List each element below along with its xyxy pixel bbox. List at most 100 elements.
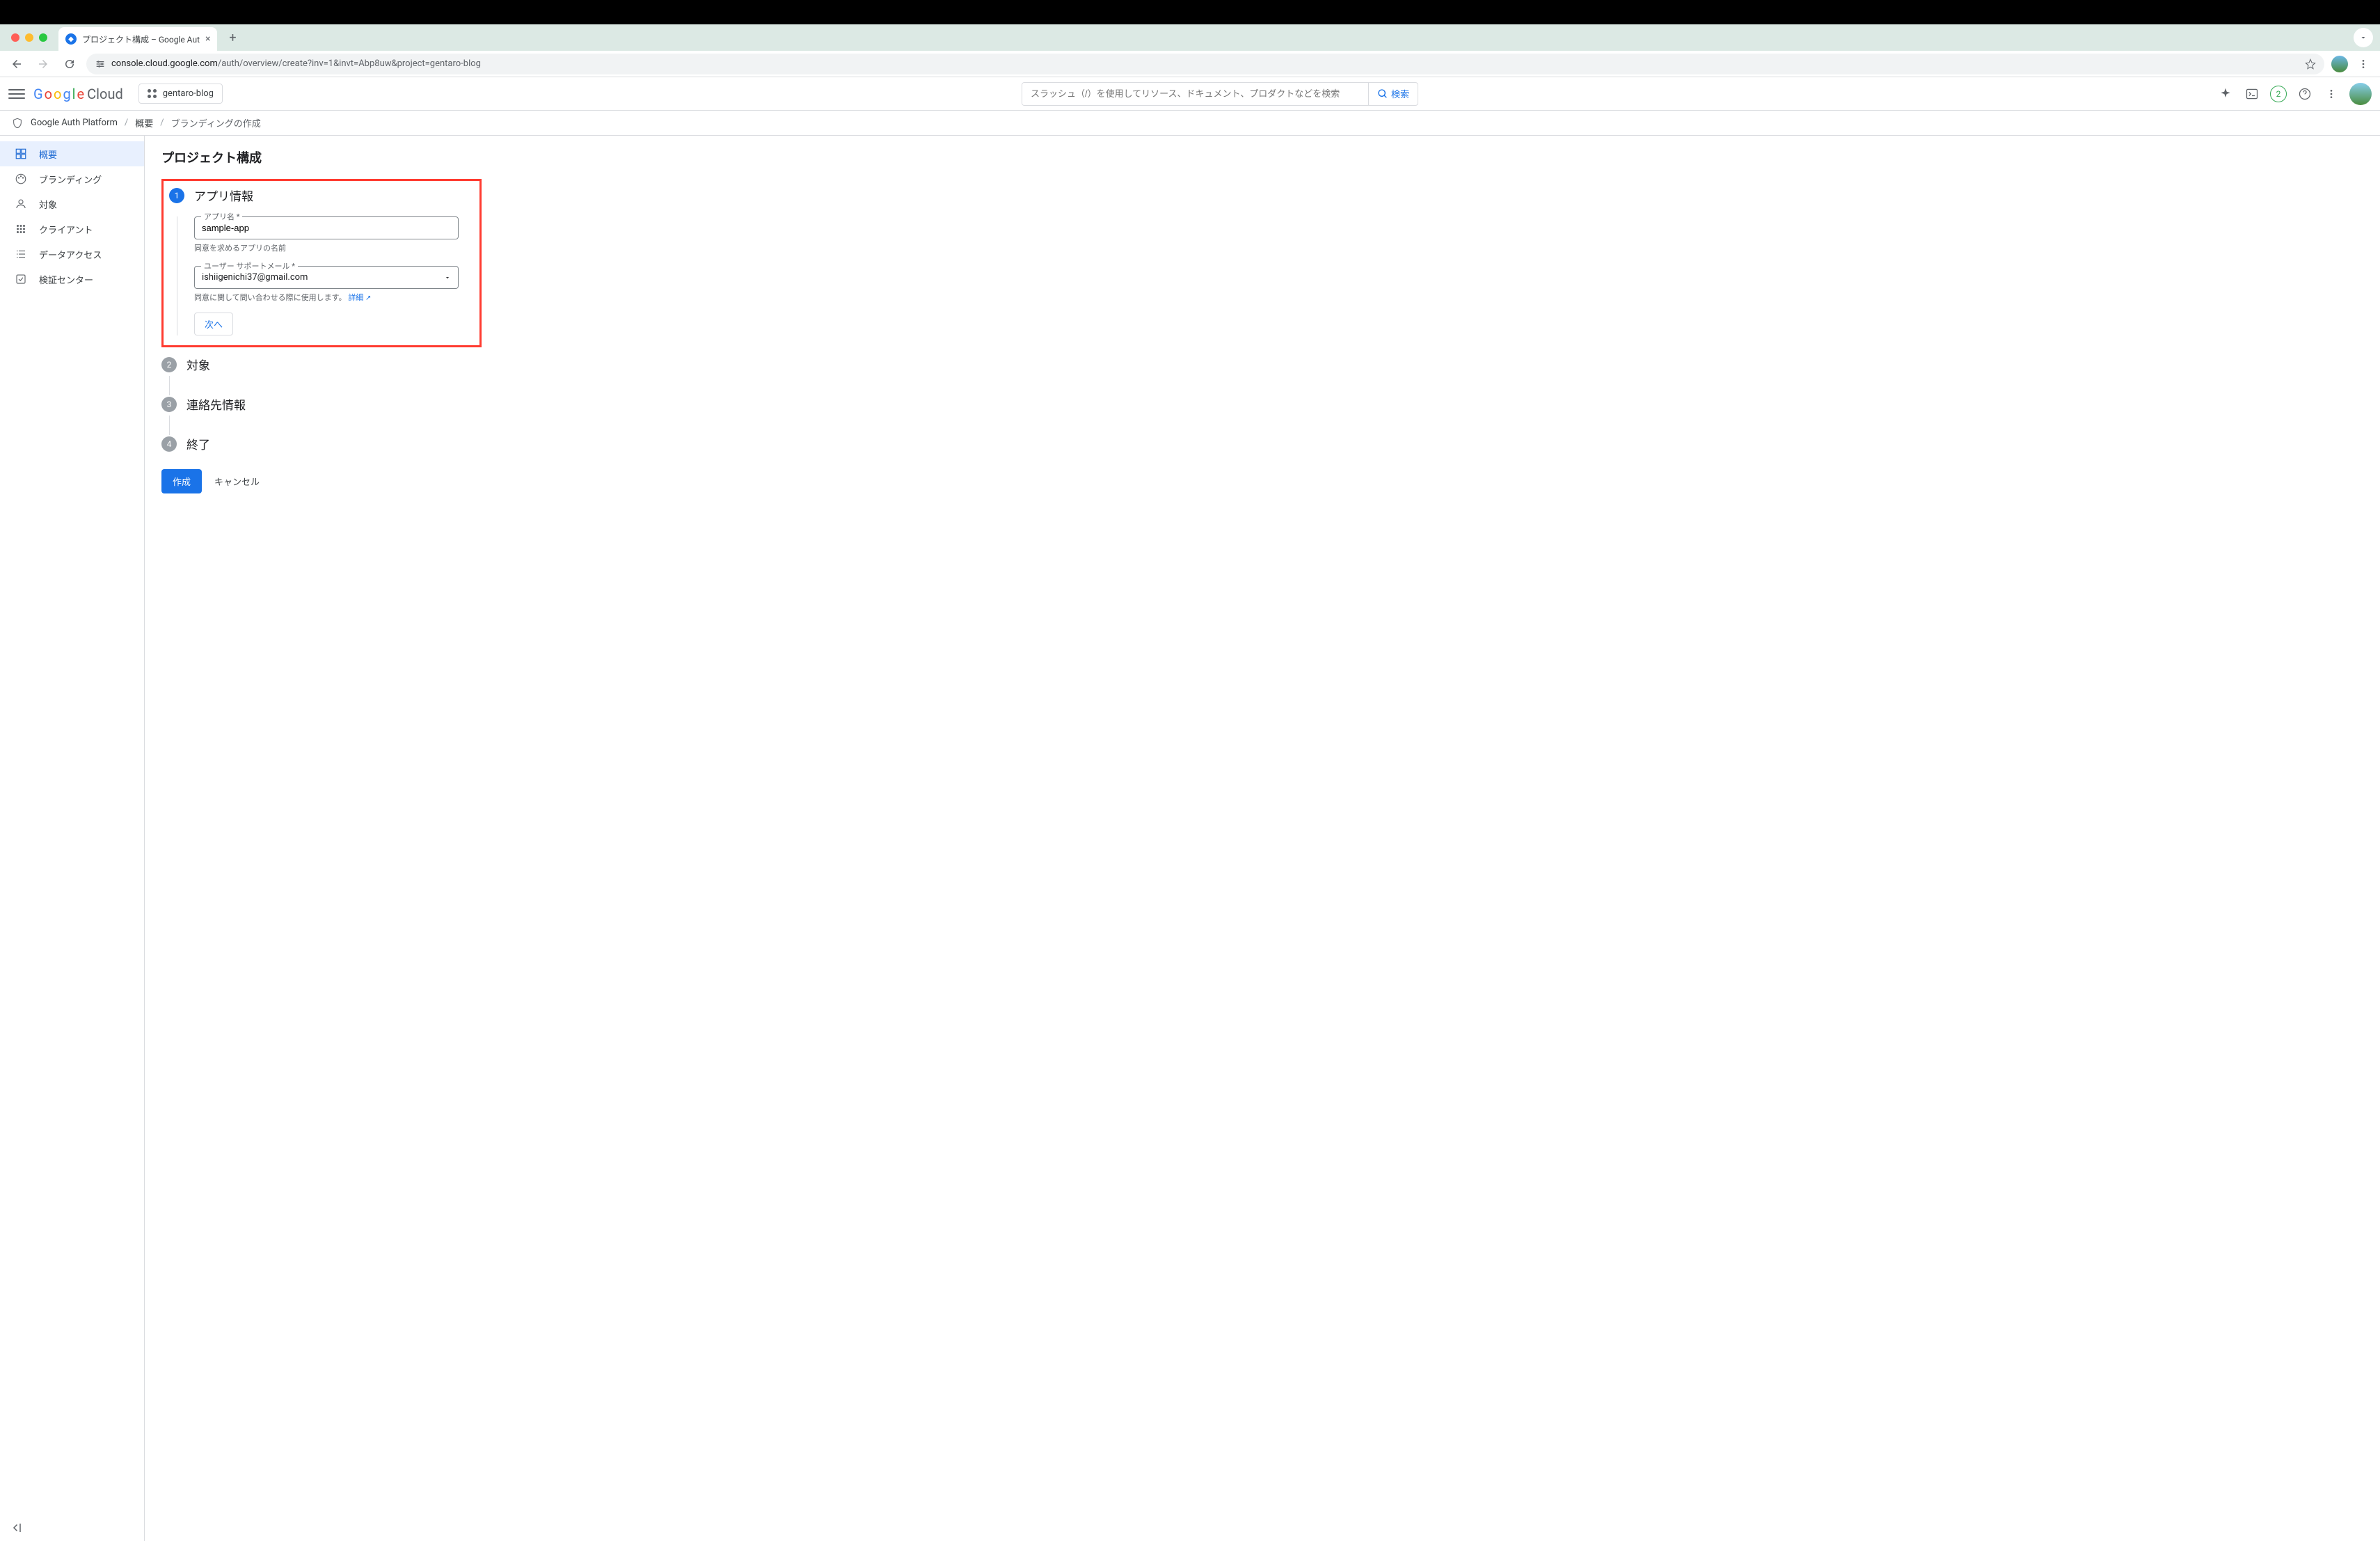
nav-menu-button[interactable] [8, 86, 25, 102]
next-button[interactable]: 次へ [194, 313, 233, 335]
bookmark-icon[interactable] [2305, 58, 2316, 70]
step-1-number: 1 [169, 188, 184, 203]
sidebar-item-clients[interactable]: クライアント [0, 216, 144, 242]
dashboard-icon [14, 147, 28, 161]
tab-close-icon[interactable]: × [205, 33, 210, 45]
breadcrumb-current: ブランディングの作成 [171, 116, 261, 129]
shield-icon [11, 117, 24, 129]
site-settings-icon[interactable] [95, 58, 106, 70]
new-tab-button[interactable]: + [223, 28, 242, 47]
breadcrumb-root[interactable]: Google Auth Platform [31, 118, 118, 128]
arrow-right-icon [37, 58, 49, 70]
header-actions: 2 [2217, 83, 2372, 105]
sidebar-item-data-access[interactable]: データアクセス [0, 242, 144, 267]
project-picker[interactable]: gentaro-blog [138, 84, 223, 104]
list-icon [14, 247, 28, 261]
terminal-icon [2245, 87, 2259, 101]
details-link[interactable]: 詳細 ↗ [348, 293, 371, 302]
app-name-helper: 同意を求めるアプリの名前 [194, 242, 474, 253]
tab-title: プロジェクト構成 – Google Aut [82, 33, 200, 45]
external-link-icon: ↗ [365, 294, 371, 302]
tabs-overflow-button[interactable] [2354, 28, 2373, 47]
notifications-badge[interactable]: 2 [2270, 86, 2287, 102]
settings-menu-button[interactable] [2323, 86, 2340, 102]
nav-reload-button[interactable] [60, 54, 79, 74]
sidebar-item-label: ブランディング [39, 173, 102, 186]
breadcrumb-mid[interactable]: 概要 [135, 116, 153, 129]
step-2-title: 対象 [187, 356, 210, 373]
support-email-helper: 同意に関して問い合わせる際に使用します。 詳細 ↗ [194, 292, 474, 303]
app-name-label: アプリ名 * [201, 211, 242, 222]
kebab-icon [2358, 58, 2369, 70]
url-text: console.cloud.google.com/auth/overview/c… [111, 58, 481, 69]
google-cloud-logo[interactable]: Google Cloud [33, 86, 123, 102]
window-close[interactable] [11, 33, 19, 42]
step-4-header[interactable]: 4 終了 [161, 435, 2363, 452]
sidebar-item-audience[interactable]: 対象 [0, 191, 144, 216]
step-4-number: 4 [161, 436, 177, 452]
project-name: gentaro-blog [163, 88, 214, 99]
cloud-shell-button[interactable] [2244, 86, 2260, 102]
step-1-title: アプリ情報 [194, 187, 253, 204]
arrow-left-icon [10, 58, 23, 70]
sidebar-collapse-button[interactable] [10, 1522, 22, 1534]
step-1-header: 1 アプリ情報 [169, 187, 474, 204]
os-titlebar [0, 0, 2380, 24]
kebab-icon [2326, 88, 2337, 100]
sparkle-icon [2219, 87, 2232, 101]
tab-strip: ◆ プロジェクト構成 – Google Aut × + [0, 24, 2380, 51]
main-content: プロジェクト構成 1 アプリ情報 アプリ名 * 同意を求めるアプリの名前 ユーザ… [145, 136, 2380, 1541]
step-2-number: 2 [161, 357, 177, 372]
search-icon [1377, 88, 1388, 100]
address-bar: console.cloud.google.com/auth/overview/c… [0, 51, 2380, 77]
sidebar-item-branding[interactable]: ブランディング [0, 166, 144, 191]
url-field[interactable]: console.cloud.google.com/auth/overview/c… [86, 54, 2324, 74]
browser-tab[interactable]: ◆ プロジェクト構成 – Google Aut × [58, 27, 217, 51]
browser-menu-button[interactable] [2354, 54, 2373, 74]
search-button[interactable]: 検索 [1368, 83, 1418, 105]
support-email-label: ユーザー サポートメール * [201, 260, 298, 271]
profile-avatar-small[interactable] [2331, 56, 2348, 72]
sidebar-item-label: データアクセス [39, 248, 102, 261]
window-minimize[interactable] [25, 33, 33, 42]
step-3-number: 3 [161, 397, 177, 412]
sidebar-item-label: 検証センター [39, 273, 93, 286]
window-controls [6, 33, 58, 42]
project-icon [148, 89, 157, 99]
sidebar-item-overview[interactable]: 概要 [0, 141, 144, 166]
tab-favicon-icon: ◆ [65, 33, 77, 45]
cancel-button[interactable]: キャンセル [214, 475, 260, 488]
ai-assist-button[interactable] [2217, 86, 2234, 102]
window-maximize[interactable] [39, 33, 47, 42]
search-input[interactable] [1022, 83, 1368, 105]
palette-icon [14, 172, 28, 186]
addr-right-controls [2331, 54, 2373, 74]
apps-icon [14, 222, 28, 236]
check-box-icon [14, 272, 28, 286]
chevron-down-icon [2359, 33, 2367, 42]
account-avatar[interactable] [2349, 83, 2372, 105]
step-3-header[interactable]: 3 連絡先情報 [161, 395, 2363, 413]
sidebar-item-label: 概要 [39, 148, 57, 161]
nav-forward-button[interactable] [33, 54, 53, 74]
step-4-title: 終了 [187, 435, 210, 452]
sidebar-item-verification[interactable]: 検証センター [0, 267, 144, 292]
support-email-field: ユーザー サポートメール * ishiigenichi37@gmail.com [194, 266, 459, 289]
sidebar-item-label: 対象 [39, 198, 57, 211]
help-icon [2298, 87, 2312, 101]
chevron-left-icon [10, 1522, 22, 1534]
nav-back-button[interactable] [7, 54, 26, 74]
sidebar-item-label: クライアント [39, 223, 93, 236]
page-title: プロジェクト構成 [161, 148, 2363, 166]
help-button[interactable] [2296, 86, 2313, 102]
dropdown-arrow-icon [444, 274, 451, 281]
create-button[interactable]: 作成 [161, 469, 202, 493]
app-name-field: アプリ名 * [194, 216, 459, 239]
main-layout: 概要 ブランディング 対象 クライアント データアクセス 検証センター プロジェ… [0, 136, 2380, 1541]
breadcrumb: Google Auth Platform / 概要 / ブランディングの作成 [0, 111, 2380, 136]
person-icon [14, 197, 28, 211]
support-email-value: ishiigenichi37@gmail.com [202, 272, 308, 283]
sidebar: 概要 ブランディング 対象 クライアント データアクセス 検証センター [0, 136, 145, 1541]
search-box: 検索 [1022, 82, 1418, 106]
step-2-header[interactable]: 2 対象 [161, 356, 2363, 373]
